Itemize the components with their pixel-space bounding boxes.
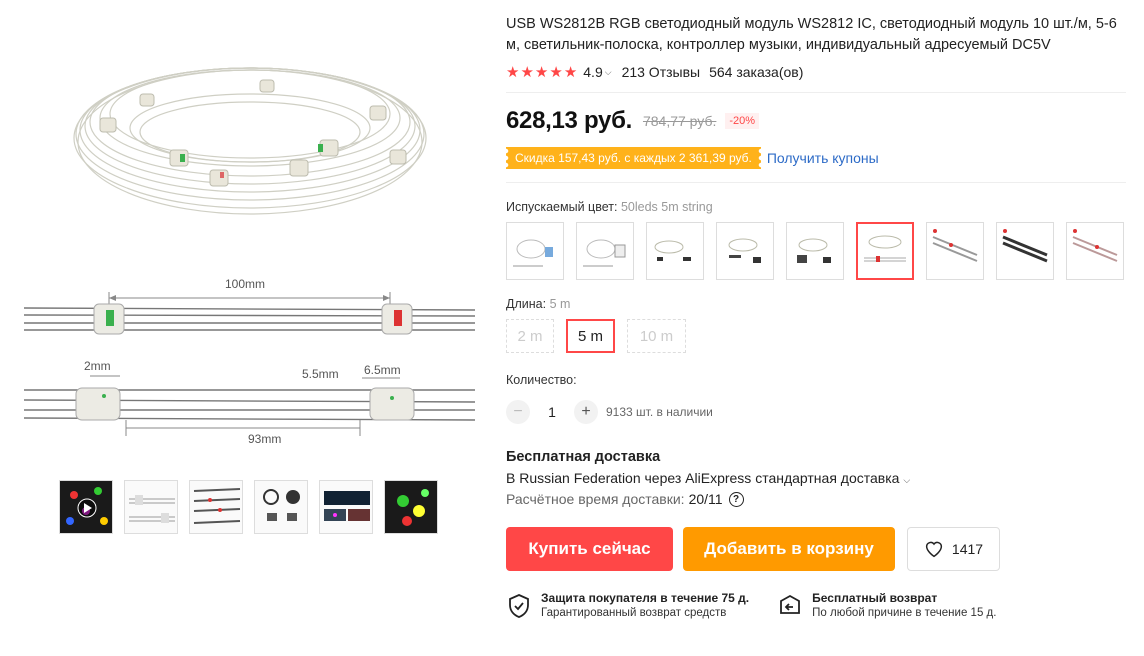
wishlist-button[interactable]: 1417: [907, 527, 1000, 571]
length-options: 2 m 5 m 10 m: [506, 319, 1126, 353]
rating-stars[interactable]: ★ ★ ★ ★ ★: [506, 65, 577, 80]
shipping-method[interactable]: В Russian Federation через AliExpress ст…: [506, 470, 1126, 486]
free-return-title: Бесплатный возврат: [812, 591, 938, 605]
color-label: Испускаемый цвет: 50leds 5m string: [506, 200, 1126, 214]
color-option-3[interactable]: [646, 222, 704, 280]
color-option-2[interactable]: [576, 222, 634, 280]
star-icon: ★: [506, 63, 520, 81]
color-option-8[interactable]: [996, 222, 1054, 280]
thumbnail-strip: [59, 480, 438, 534]
action-buttons: Купить сейчас Добавить в корзину 1417: [506, 527, 1126, 571]
chevron-down-icon[interactable]: ⌵: [605, 67, 612, 78]
buyer-protection-sub: Гарантированный возврат средств: [541, 607, 727, 619]
length-label-text: Длина:: [506, 297, 547, 311]
wishlist-count: 1417: [951, 541, 984, 557]
buy-now-button[interactable]: Купить сейчас: [506, 527, 673, 571]
main-product-image[interactable]: 100mm 2mm 5.5mm 6.5mm 93mm: [20, 10, 480, 470]
rating-value[interactable]: 4.9: [583, 64, 602, 80]
dim-93-label: 93mm: [248, 432, 281, 446]
buyer-protection[interactable]: Защита покупателя в течение 75 д. Гарант…: [506, 591, 749, 621]
delivery-time: Расчётное время доставки: 20/11 ?: [506, 491, 1126, 507]
star-icon: ★: [549, 63, 563, 81]
guarantees: Защита покупателя в течение 75 д. Гарант…: [506, 591, 1126, 621]
color-option-5[interactable]: [786, 222, 844, 280]
color-option-9[interactable]: [1066, 222, 1124, 280]
dim-100-label: 100mm: [225, 277, 265, 291]
color-selected-value: 50leds 5m string: [620, 200, 713, 214]
divider: [506, 182, 1126, 183]
buyer-protection-title: Защита покупателя в течение 75 д.: [541, 591, 750, 605]
get-coupons-link[interactable]: Получить купоны: [767, 150, 879, 166]
stock-count: 9133 шт. в наличии: [606, 405, 713, 419]
quantity-label: Количество:: [506, 373, 577, 387]
color-option-7[interactable]: [926, 222, 984, 280]
thumbnail-2[interactable]: [124, 480, 178, 534]
delivery-time-label: Расчётное время доставки:: [506, 491, 685, 507]
reviews-link[interactable]: 213 Отзывы: [622, 64, 701, 80]
quantity-stepper: − 1 + 9133 шт. в наличии: [506, 400, 1126, 424]
price-row: 628,13 руб. 784,77 руб. -20%: [506, 107, 1126, 135]
delivery-time-value: 20/11: [688, 491, 723, 507]
product-title: USB WS2812B RGB светодиодный модуль WS28…: [506, 16, 1117, 53]
quantity-minus-button[interactable]: −: [506, 400, 530, 424]
color-option-4[interactable]: [716, 222, 774, 280]
chevron-down-icon[interactable]: ⌵: [903, 475, 910, 485]
length-option-10m[interactable]: 10 m: [627, 319, 686, 353]
dim-65-label: 6.5mm: [364, 363, 401, 377]
length-option-2m[interactable]: 2 m: [506, 319, 554, 353]
star-icon: ★: [520, 63, 534, 81]
length-option-5m[interactable]: 5 m: [566, 319, 615, 353]
star-icon: ★: [534, 63, 549, 81]
coupon-badge: Скидка 157,43 руб. с каждых 2 361,39 руб…: [506, 147, 761, 169]
color-option-1[interactable]: [506, 222, 564, 280]
coupon-row: Скидка 157,43 руб. с каждых 2 361,39 руб…: [506, 147, 1126, 169]
shipping-method-text: В Russian Federation через AliExpress ст…: [506, 470, 900, 486]
color-swatches: [506, 222, 1126, 280]
dim-55-label: 5.5mm: [302, 367, 339, 381]
divider: [506, 92, 1126, 93]
add-to-cart-button[interactable]: Добавить в корзину: [683, 527, 895, 571]
dim-2-label: 2mm: [84, 359, 111, 373]
star-icon: ★: [563, 63, 578, 81]
length-label: Длина: 5 m: [506, 297, 1126, 311]
color-option-6-selected[interactable]: [856, 222, 914, 280]
rating-row: ★ ★ ★ ★ ★ 4.9 ⌵ 213 Отзывы 564 заказа(ов…: [506, 64, 1126, 80]
old-price: 784,77 руб.: [642, 113, 717, 129]
free-return-sub: По любой причине в течение 15 д.: [812, 607, 997, 619]
thumbnail-6[interactable]: [384, 480, 438, 534]
orders-count: 564 заказа(ов): [709, 64, 804, 80]
shipping-title: Бесплатная доставка: [506, 449, 661, 465]
help-icon[interactable]: ?: [728, 491, 744, 507]
thumbnail-video[interactable]: [59, 480, 113, 534]
return-box-icon: [780, 594, 801, 614]
length-selected-value: 5 m: [549, 297, 571, 311]
thumbnail-4[interactable]: [254, 480, 308, 534]
heart-icon: [925, 541, 943, 558]
discount-badge: -20%: [725, 113, 760, 129]
free-return[interactable]: Бесплатный возврат По любой причине в те…: [777, 591, 996, 621]
quantity-input[interactable]: 1: [530, 404, 574, 420]
quantity-plus-button[interactable]: +: [574, 400, 598, 424]
thumbnail-5[interactable]: [319, 480, 373, 534]
current-price: 628,13 руб.: [506, 107, 632, 134]
product-info: USB WS2812B RGB светодиодный модуль WS28…: [506, 14, 1126, 621]
color-label-text: Испускаемый цвет:: [506, 200, 618, 214]
shield-check-icon: [509, 594, 529, 618]
thumbnail-3[interactable]: [189, 480, 243, 534]
